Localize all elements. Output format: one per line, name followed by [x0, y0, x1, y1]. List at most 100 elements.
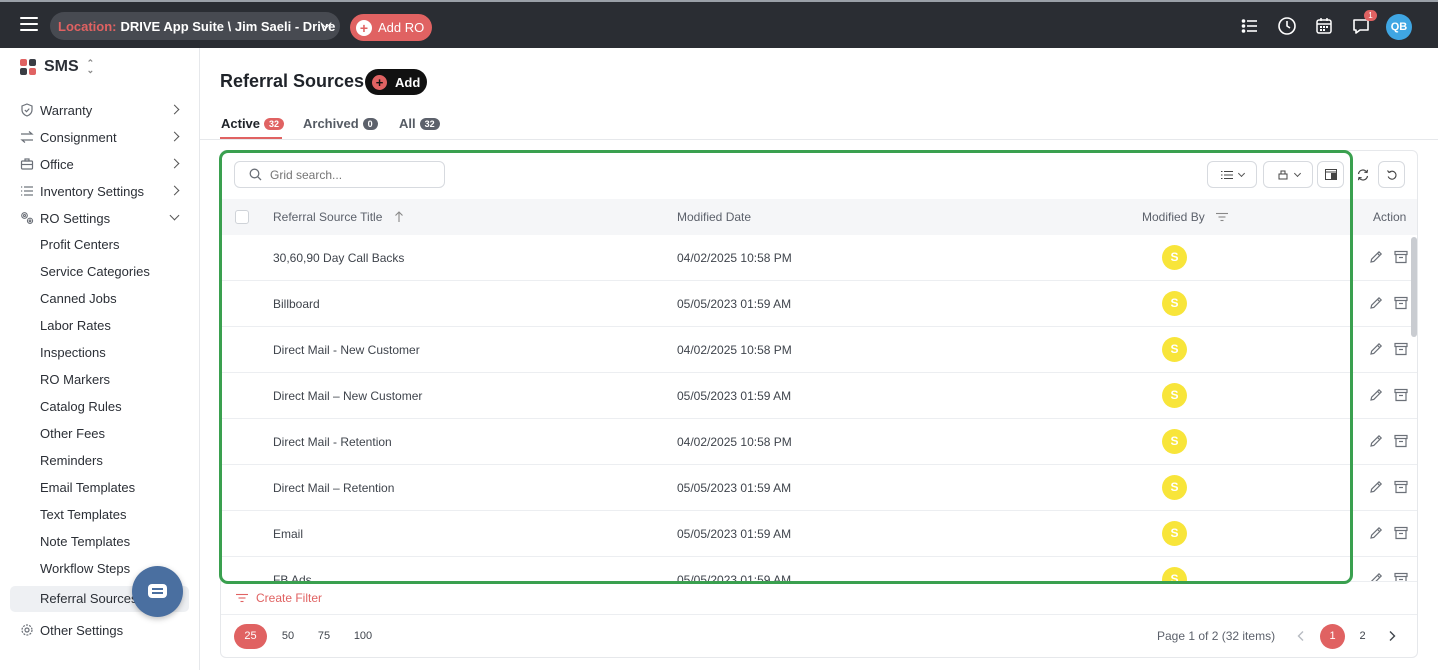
sidebar-item-inventory-settings[interactable]: Inventory Settings: [20, 180, 182, 202]
tab-all[interactable]: All 32: [399, 116, 440, 131]
avatar[interactable]: QB: [1386, 14, 1412, 40]
chevron-right-icon[interactable]: [1386, 630, 1398, 642]
sidebar-subitem-canned-jobs[interactable]: Canned Jobs: [40, 291, 117, 306]
office-icon: [20, 158, 34, 170]
reset-button[interactable]: [1378, 161, 1405, 188]
table-row[interactable]: Direct Mail – New Customer 05/05/2023 01:…: [221, 373, 1417, 419]
location-selector[interactable]: Location: DRIVE App Suite \ Jim Saeli - …: [50, 12, 340, 40]
sidebar-subitem-reminders[interactable]: Reminders: [40, 453, 103, 468]
edit-icon[interactable]: [1368, 341, 1384, 357]
chevron-down-icon: [169, 210, 180, 221]
archive-icon[interactable]: [1393, 295, 1409, 311]
menu-icon[interactable]: [20, 17, 38, 31]
scrollbar-thumb[interactable]: [1411, 237, 1417, 337]
table-row[interactable]: Direct Mail - New Customer 04/02/2025 10:…: [221, 327, 1417, 373]
sidebar-item-ro-settings[interactable]: RO Settings: [20, 207, 182, 229]
layout-button[interactable]: [1317, 161, 1344, 188]
table-row[interactable]: Billboard 05/05/2023 01:59 AM S: [221, 281, 1417, 327]
archive-icon[interactable]: [1393, 433, 1409, 449]
message-icon[interactable]: 1: [1351, 10, 1377, 36]
tab-active[interactable]: Active 32: [221, 116, 285, 131]
archive-icon[interactable]: [1393, 249, 1409, 265]
edit-icon[interactable]: [1368, 525, 1384, 541]
create-filter-label: Create Filter: [256, 591, 323, 605]
sidebar-subitem-ro-markers[interactable]: RO Markers: [40, 372, 110, 387]
archive-icon[interactable]: [1393, 571, 1409, 581]
add-ro-button[interactable]: + Add RO: [350, 14, 432, 41]
calendar-icon[interactable]: [1314, 16, 1334, 36]
sidebar-subitem-text-templates[interactable]: Text Templates: [40, 507, 126, 522]
divider: [200, 139, 1438, 140]
column-header-title[interactable]: Referral Source Title: [273, 210, 404, 224]
edit-icon[interactable]: [1368, 433, 1384, 449]
page-size-100[interactable]: 100: [350, 624, 376, 649]
table-row[interactable]: Direct Mail - Retention 04/02/2025 10:58 …: [221, 419, 1417, 465]
column-header-date[interactable]: Modified Date: [677, 210, 751, 224]
clock-icon[interactable]: [1277, 16, 1297, 36]
user-avatar: S: [1162, 521, 1187, 546]
page-size-50[interactable]: 50: [276, 624, 300, 649]
archive-icon[interactable]: [1393, 479, 1409, 495]
page-2-button[interactable]: 2: [1350, 624, 1375, 649]
sidebar-item-other-settings[interactable]: Other Settings: [20, 619, 182, 641]
sidebar-subitem-note-templates[interactable]: Note Templates: [40, 534, 130, 549]
edit-icon[interactable]: [1368, 387, 1384, 403]
add-button[interactable]: + Add: [365, 69, 427, 95]
page-size-25[interactable]: 25: [234, 624, 267, 649]
referral-source-title: Direct Mail - Retention: [273, 435, 392, 449]
page-size-75[interactable]: 75: [312, 624, 336, 649]
chat-button[interactable]: [132, 566, 183, 617]
referral-source-title: 30,60,90 Day Call Backs: [273, 251, 405, 265]
table-row[interactable]: Direct Mail – Retention 05/05/2023 01:59 …: [221, 465, 1417, 511]
export-button[interactable]: [1263, 161, 1313, 188]
edit-icon[interactable]: [1368, 571, 1384, 581]
column-header-modified-by[interactable]: Modified By: [1142, 210, 1229, 224]
app-logo-icon: [20, 59, 36, 75]
sidebar-item-warranty[interactable]: Warranty: [20, 99, 182, 121]
sidebar-item-label: Warranty: [40, 102, 93, 118]
column-label: Modified By: [1142, 210, 1205, 224]
edit-icon[interactable]: [1368, 295, 1384, 311]
chevron-left-icon[interactable]: [1295, 630, 1307, 642]
sidebar-subitem-other-fees[interactable]: Other Fees: [40, 426, 105, 441]
export-icon: [1278, 170, 1287, 179]
sidebar-subitem-email-templates[interactable]: Email Templates: [40, 480, 135, 495]
notification-badge: 1: [1364, 10, 1377, 21]
user-avatar: S: [1162, 383, 1187, 408]
chevron-right-icon: [169, 131, 180, 142]
archive-icon[interactable]: [1393, 525, 1409, 541]
archive-icon[interactable]: [1393, 341, 1409, 357]
modified-date: 04/02/2025 10:58 PM: [677, 343, 792, 357]
filter-icon[interactable]: [1216, 212, 1229, 222]
table-row[interactable]: 30,60,90 Day Call Backs 04/02/2025 10:58 …: [221, 235, 1417, 281]
sidebar-subitem-profit-centers[interactable]: Profit Centers: [40, 237, 119, 252]
edit-icon[interactable]: [1368, 479, 1384, 495]
column-chooser-button[interactable]: [1207, 161, 1257, 188]
archive-icon[interactable]: [1393, 387, 1409, 403]
sidebar-subitem-labor-rates[interactable]: Labor Rates: [40, 318, 111, 333]
search-input[interactable]: [270, 167, 430, 182]
table-row[interactable]: FB Ads 05/05/2023 01:59 AM S: [221, 557, 1417, 582]
sidebar-subitem-workflow-steps[interactable]: Workflow Steps: [40, 561, 130, 576]
page-1-button[interactable]: 1: [1320, 624, 1345, 649]
sidebar-subitem-inspections[interactable]: Inspections: [40, 345, 106, 360]
chevron-down-icon: [1293, 169, 1301, 177]
edit-icon[interactable]: [1368, 249, 1384, 265]
grid-search[interactable]: [234, 161, 445, 188]
user-avatar: S: [1162, 337, 1187, 362]
refresh-button[interactable]: [1349, 161, 1376, 188]
sidebar-item-office[interactable]: Office: [20, 153, 182, 175]
tab-archived[interactable]: Archived 0: [303, 116, 378, 131]
brand-switcher[interactable]: SMS ⌃ ⌄: [20, 58, 94, 76]
list-icon[interactable]: [1240, 16, 1260, 36]
sidebar-subitem-catalog-rules[interactable]: Catalog Rules: [40, 399, 122, 414]
select-all-checkbox[interactable]: [235, 210, 249, 224]
sidebar-item-label: Office: [40, 156, 74, 172]
create-filter-button[interactable]: Create Filter: [236, 591, 322, 605]
table-row[interactable]: Email 05/05/2023 01:59 AM S: [221, 511, 1417, 557]
sidebar-item-consignment[interactable]: Consignment: [20, 126, 182, 148]
tab-label: Archived: [303, 116, 359, 131]
sidebar-item-label: Other Settings: [40, 622, 124, 638]
sidebar-subitem-service-categories[interactable]: Service Categories: [40, 264, 150, 279]
undo-icon: [1386, 169, 1397, 180]
